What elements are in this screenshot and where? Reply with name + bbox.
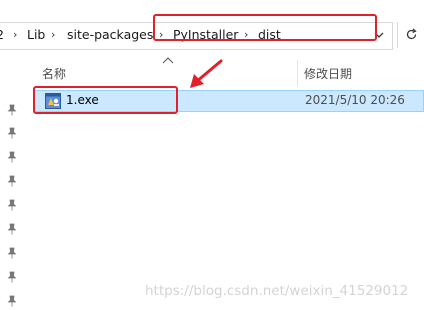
column-header-name[interactable]: 名称 — [42, 65, 66, 82]
pin-icon[interactable] — [6, 104, 18, 116]
refresh-button[interactable] — [397, 22, 424, 48]
refresh-icon — [406, 28, 417, 40]
pin-icon[interactable] — [6, 223, 18, 235]
breadcrumb-separator[interactable]: › — [51, 26, 55, 44]
pin-icon[interactable] — [6, 295, 18, 307]
breadcrumb-item-lib[interactable]: Lib — [27, 26, 45, 44]
pin-icon[interactable] — [6, 175, 18, 187]
annotation-arrow-icon — [190, 59, 223, 88]
column-header-date-modified[interactable]: 修改日期 — [304, 65, 352, 82]
column-divider[interactable] — [297, 60, 298, 86]
breadcrumb-separator[interactable]: › — [13, 26, 17, 44]
column-header-row: 名称 修改日期 — [34, 60, 424, 86]
watermark-text: https://blog.csdn.net/weixin_41529012 — [145, 283, 409, 299]
window-top-strip — [0, 0, 424, 14]
address-highlight-box — [153, 14, 377, 41]
pin-icon[interactable] — [6, 127, 18, 139]
file-highlight-box — [33, 86, 178, 114]
pin-icon[interactable] — [6, 271, 18, 283]
navigation-pane[interactable] — [0, 56, 24, 310]
pin-icon[interactable] — [6, 247, 18, 259]
file-date-modified: 2021/5/10 20:26 — [305, 93, 405, 107]
pin-icon[interactable] — [6, 151, 18, 163]
breadcrumb-item-2[interactable]: 2 — [0, 26, 4, 44]
pin-icon[interactable] — [6, 199, 18, 211]
breadcrumb-item-site-packages[interactable]: site-packages — [67, 26, 153, 44]
